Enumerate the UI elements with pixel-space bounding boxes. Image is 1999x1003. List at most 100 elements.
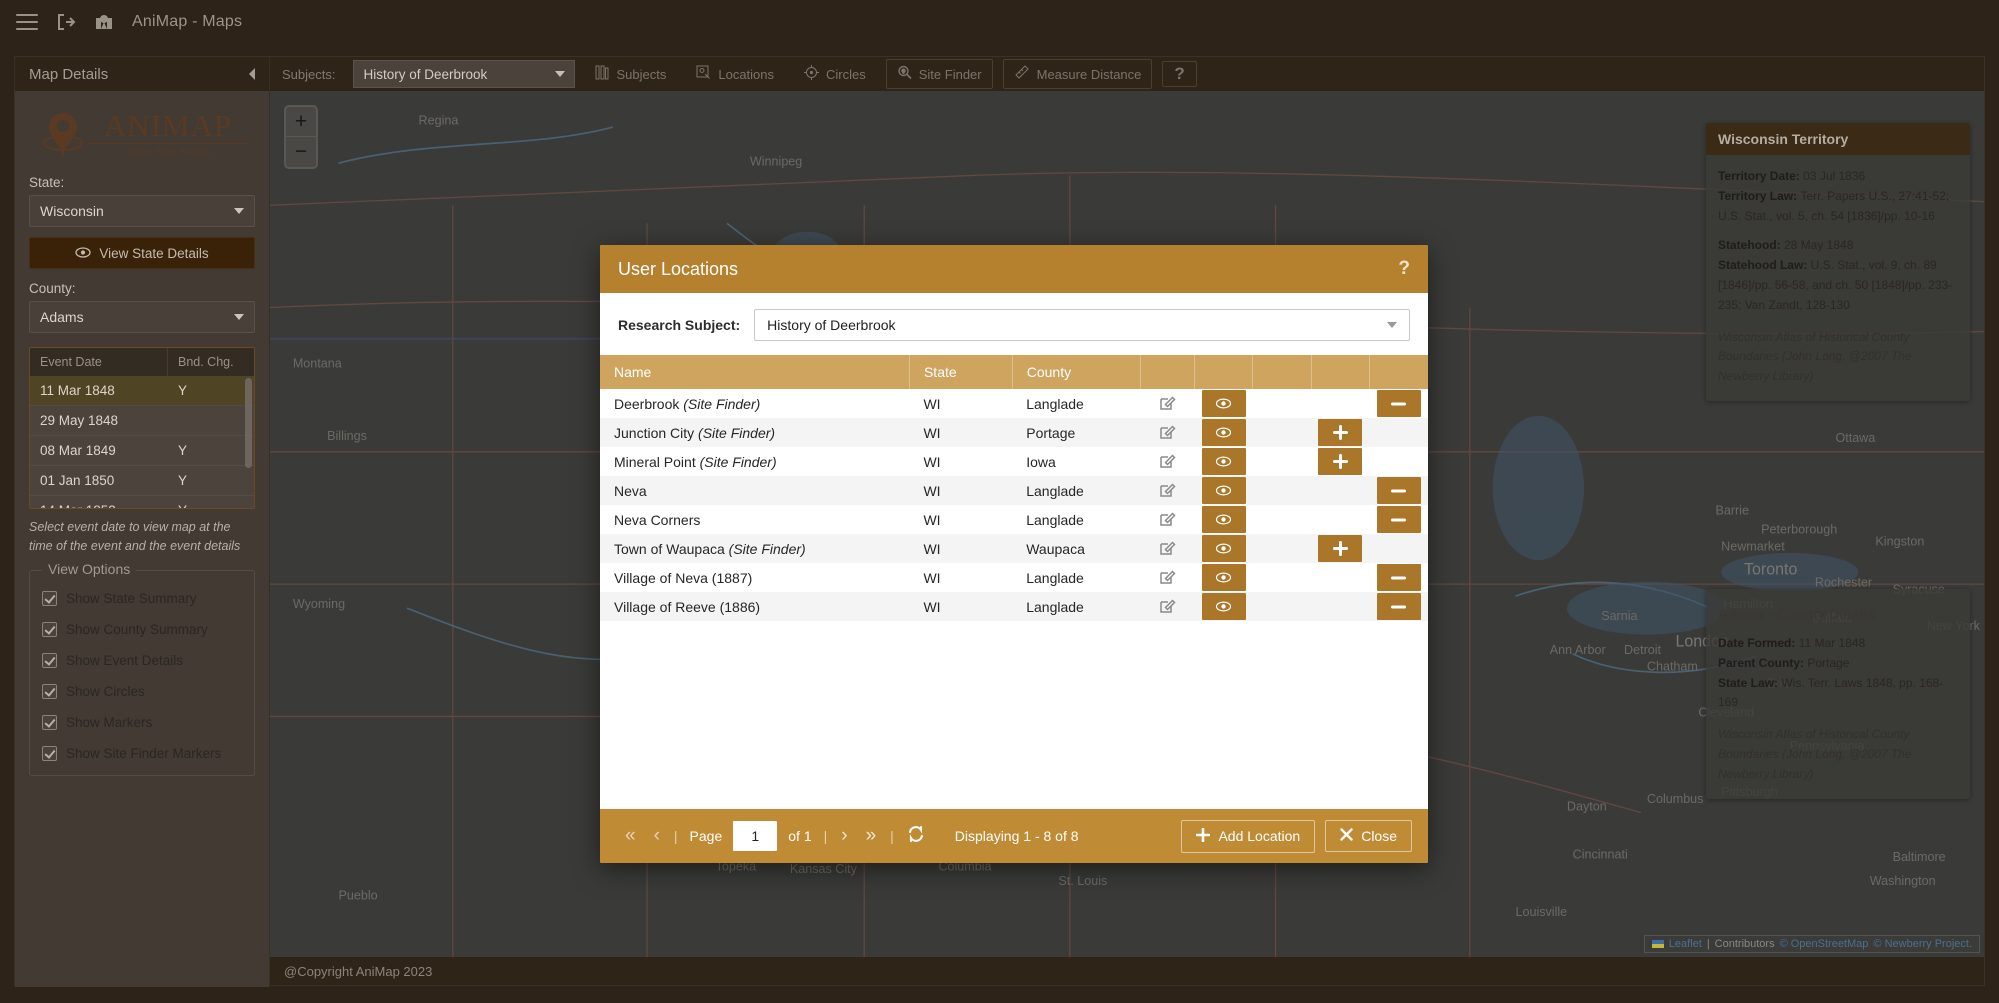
edit-icon[interactable] (1141, 568, 1195, 585)
cell-view[interactable] (1194, 447, 1252, 476)
cell-add[interactable] (1311, 534, 1369, 563)
col-name[interactable]: Name (600, 355, 910, 389)
plus-icon[interactable] (1318, 448, 1363, 475)
edit-icon[interactable] (1141, 539, 1195, 556)
edit-icon[interactable] (1141, 481, 1195, 498)
cell-edit[interactable] (1141, 534, 1195, 563)
cell-view[interactable] (1194, 476, 1252, 505)
add-location-button[interactable]: Add Location (1181, 819, 1316, 853)
checkbox-show-markers[interactable]: Show Markers (42, 714, 242, 730)
edit-icon[interactable] (1141, 452, 1195, 469)
plus-icon[interactable] (1318, 419, 1363, 446)
col-county[interactable]: County (1012, 355, 1142, 389)
cell-view[interactable] (1194, 505, 1252, 534)
eye-icon[interactable] (1201, 390, 1246, 417)
cell-view[interactable] (1194, 563, 1252, 592)
cell-view[interactable] (1194, 389, 1252, 418)
cell-edit[interactable] (1141, 563, 1195, 592)
help-button[interactable]: ? (1162, 61, 1197, 87)
cell-remove[interactable] (1370, 505, 1428, 534)
prev-page-button[interactable]: ‹ (645, 825, 669, 847)
eye-icon[interactable] (1201, 477, 1246, 504)
toolbar-button-subjects[interactable]: Subjects (585, 60, 676, 88)
cell-edit[interactable] (1141, 505, 1195, 534)
cell-remove[interactable] (1370, 389, 1428, 418)
table-row[interactable]: Mineral Point (Site Finder) WI Iowa (600, 447, 1428, 476)
eye-icon[interactable] (1201, 535, 1246, 562)
cell-remove[interactable] (1370, 592, 1428, 621)
table-row[interactable]: Neva Corners WI Langlade (600, 505, 1428, 534)
plus-icon[interactable] (1318, 535, 1363, 562)
cell-edit[interactable] (1141, 476, 1195, 505)
edit-icon[interactable] (1141, 597, 1195, 614)
research-subject-value: History of Deerbrook (767, 317, 896, 333)
table-row[interactable]: Deerbrook (Site Finder) WI Langlade (600, 389, 1428, 418)
cell-view[interactable] (1194, 592, 1252, 621)
last-page-button[interactable]: » (857, 825, 886, 847)
cell-edit[interactable] (1141, 418, 1195, 447)
table-row[interactable]: Village of Reeve (1886) WI Langlade (600, 592, 1428, 621)
minus-icon[interactable] (1376, 564, 1421, 591)
hamburger-icon[interactable] (16, 14, 38, 30)
toolbar-button-locations[interactable]: Locations (686, 60, 784, 88)
event-row[interactable]: 08 Mar 1849 Y (30, 436, 254, 466)
cell-add[interactable] (1311, 418, 1369, 447)
eye-icon[interactable] (1201, 564, 1246, 591)
next-page-button[interactable]: › (832, 825, 856, 847)
event-row[interactable]: 01 Jan 1850 Y (30, 466, 254, 496)
table-row[interactable]: Neva WI Langlade (600, 476, 1428, 505)
eye-icon[interactable] (1201, 506, 1246, 533)
event-table-scrollbar[interactable] (245, 378, 252, 468)
checkbox-show-county-summary[interactable]: Show County Summary (42, 621, 242, 637)
research-subject-select[interactable]: History of Deerbrook (754, 309, 1410, 341)
cell-edit[interactable] (1141, 447, 1195, 476)
minus-icon[interactable] (1376, 477, 1421, 504)
refresh-icon[interactable] (899, 825, 933, 848)
minus-icon[interactable] (1376, 390, 1421, 417)
newberry-link[interactable]: © Newberry Project. (1873, 938, 1972, 950)
county-select[interactable]: Adams (29, 301, 255, 333)
table-row[interactable]: Village of Neva (1887) WI Langlade (600, 563, 1428, 592)
first-page-button[interactable]: « (616, 825, 645, 847)
checkbox-show-circles[interactable]: Show Circles (42, 683, 242, 699)
cell-edit[interactable] (1141, 592, 1195, 621)
toolbar-button-measure-distance[interactable]: Measure Distance (1002, 59, 1153, 89)
cell-view[interactable] (1194, 534, 1252, 563)
minus-icon[interactable] (1376, 506, 1421, 533)
event-row[interactable]: 29 May 1848 (30, 406, 254, 436)
state-select[interactable]: Wisconsin (29, 195, 255, 227)
col-state[interactable]: State (909, 355, 1013, 389)
event-row[interactable]: 14 Mar 1853 Y (30, 496, 254, 508)
eye-icon[interactable] (1201, 448, 1246, 475)
close-button[interactable]: Close (1325, 820, 1412, 852)
modal-help-button[interactable]: ? (1398, 258, 1410, 280)
minus-icon[interactable] (1376, 593, 1421, 620)
collapse-sidebar-icon[interactable] (249, 68, 255, 80)
map-place-label: Chatham (1647, 658, 1698, 673)
cell-remove[interactable] (1370, 476, 1428, 505)
checkbox-show-site-finder-markers[interactable]: Show Site Finder Markers (42, 745, 242, 761)
cell-add[interactable] (1311, 447, 1369, 476)
exit-icon[interactable] (56, 13, 76, 31)
cell-remove[interactable] (1370, 563, 1428, 592)
edit-icon[interactable] (1141, 394, 1195, 411)
cell-edit[interactable] (1141, 389, 1195, 418)
table-row[interactable]: Junction City (Site Finder) WI Portage (600, 418, 1428, 447)
subject-select[interactable]: History of Deerbrook (353, 60, 576, 88)
toolbar-button-site-finder[interactable]: Site Finder (885, 59, 993, 89)
cell-county: Langlade (1026, 482, 1084, 499)
view-state-details-button[interactable]: View State Details (29, 237, 255, 269)
leaflet-link[interactable]: Leaflet (1669, 938, 1702, 950)
openstreetmap-link[interactable]: © OpenStreetMap (1780, 938, 1869, 950)
page-input[interactable]: 1 (733, 821, 778, 851)
checkbox-show-event-details[interactable]: Show Event Details (42, 652, 242, 668)
table-row[interactable]: Town of Waupaca (Site Finder) WI Waupaca (600, 534, 1428, 563)
toolbar-button-circles[interactable]: Circles (794, 60, 876, 88)
cell-view[interactable] (1194, 418, 1252, 447)
event-row[interactable]: 11 Mar 1848 Y (30, 376, 254, 406)
checkbox-show-state-summary[interactable]: Show State Summary (42, 590, 242, 606)
eye-icon[interactable] (1201, 419, 1246, 446)
edit-icon[interactable] (1141, 423, 1195, 440)
eye-icon[interactable] (1201, 593, 1246, 620)
edit-icon[interactable] (1141, 510, 1195, 527)
